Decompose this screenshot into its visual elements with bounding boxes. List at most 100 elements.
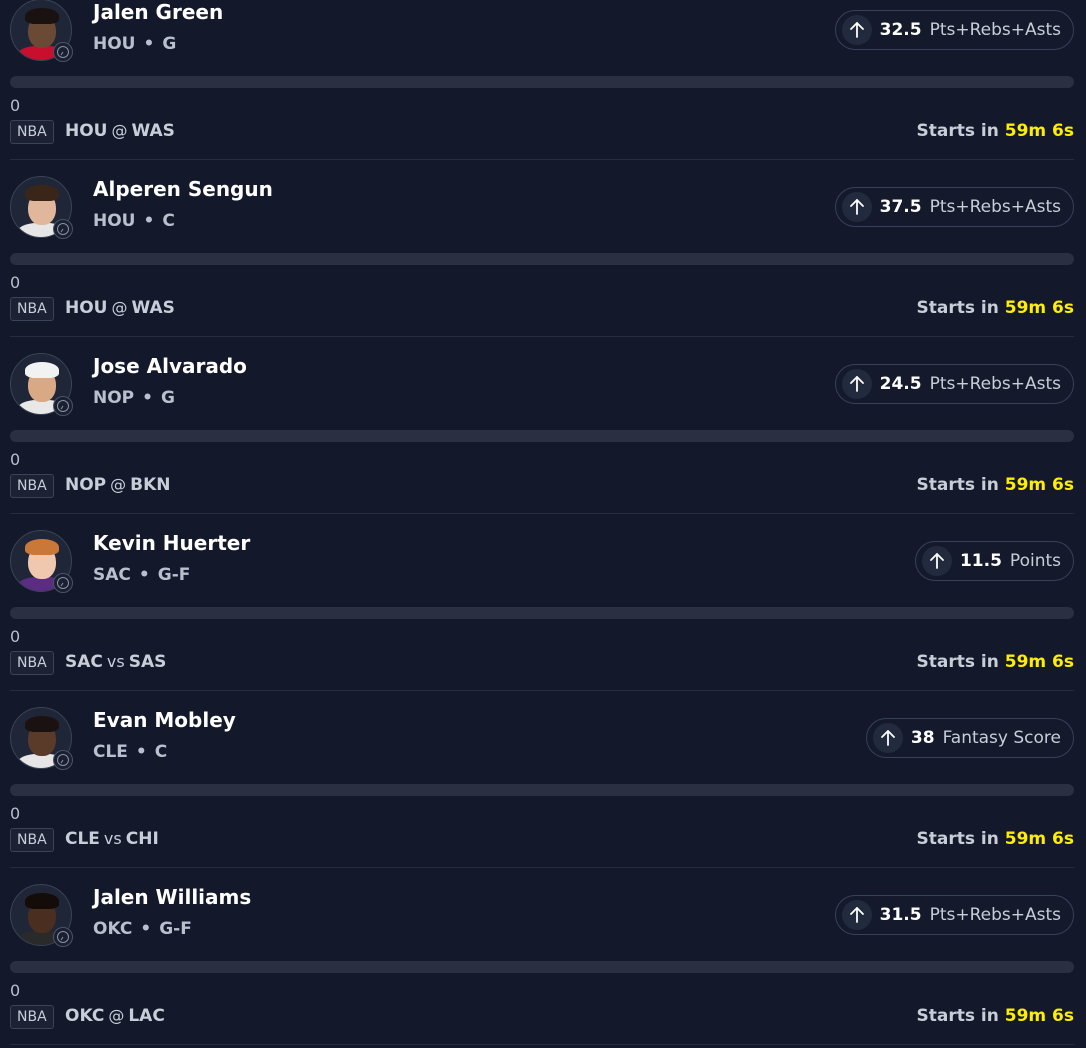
player-team: SAC: [93, 565, 131, 585]
player-team: HOU: [93, 34, 136, 54]
arrow-up-icon[interactable]: [841, 369, 872, 399]
matchup-away: WAS: [131, 121, 175, 141]
card-divider: [10, 867, 1074, 868]
projection-pill[interactable]: 38 Fantasy Score: [865, 718, 1074, 758]
starts-label: Starts in: [916, 121, 999, 141]
player-name[interactable]: Jalen Green: [93, 0, 223, 24]
starts-label: Starts in: [916, 298, 999, 318]
projection-card[interactable]: Jalen Williams OKC • G-F 31.5 Pts+Rebs+Ast…: [0, 884, 1086, 1048]
dot-separator: •: [142, 388, 154, 408]
projection-card[interactable]: Kevin Huerter SAC • G-F 11.5 Points 0 NBA …: [0, 530, 1086, 707]
progress-bar: [10, 253, 1074, 265]
matchup-away: WAS: [131, 298, 175, 318]
projection-line-value: 11.5: [959, 551, 1002, 571]
player-position: G-F: [157, 565, 191, 585]
player-position: G-F: [159, 919, 192, 939]
projection-card[interactable]: Alperen Sengun HOU • C 37.5 Pts+Rebs+Asts …: [0, 176, 1086, 353]
projection-pill[interactable]: 24.5 Pts+Rebs+Asts: [834, 364, 1074, 404]
player-team-position: CLE • C: [93, 742, 167, 762]
avatar-hair: [25, 362, 59, 378]
projection-pill[interactable]: 11.5 Points: [914, 541, 1074, 581]
player-name[interactable]: Evan Mobley: [93, 708, 236, 732]
countdown-timer: 59m 6s: [1004, 1006, 1074, 1026]
game-start-countdown: Starts in 59m 6s: [917, 121, 1075, 141]
player-team-position: OKC • G-F: [93, 919, 192, 939]
player-name[interactable]: Alperen Sengun: [93, 177, 273, 201]
countdown-timer: 59m 6s: [1004, 829, 1074, 849]
clock-icon: [53, 750, 73, 770]
player-name[interactable]: Jalen Williams: [93, 885, 251, 909]
game-start-countdown: Starts in 59m 6s: [917, 298, 1075, 318]
player-team: NOP: [93, 388, 135, 408]
player-name[interactable]: Jose Alvarado: [93, 354, 247, 378]
matchup-home: HOU: [65, 298, 108, 318]
clock-icon: [53, 396, 73, 416]
arrow-up-icon[interactable]: [921, 546, 952, 576]
arrow-up-icon[interactable]: [872, 723, 903, 753]
player-position: G: [161, 388, 175, 408]
player-team-position: HOU • G: [93, 34, 176, 54]
progress-value: 0: [10, 981, 21, 1000]
player-team-position: HOU • C: [93, 211, 175, 231]
game-start-countdown: Starts in 59m 6s: [917, 652, 1075, 672]
player-team: OKC: [93, 919, 133, 939]
player-position: G: [162, 34, 177, 54]
matchup-away: BKN: [130, 475, 171, 495]
arrow-up-icon[interactable]: [841, 900, 872, 930]
clock-icon: [53, 573, 73, 593]
matchup-home: SAC: [65, 652, 103, 672]
matchup-away: LAC: [128, 1006, 165, 1026]
game-start-countdown: Starts in 59m 6s: [917, 475, 1075, 495]
projection-card[interactable]: Jose Alvarado NOP • G 24.5 Pts+Rebs+Asts 0…: [0, 353, 1086, 530]
matchup-home: CLE: [65, 829, 100, 849]
progress-bar: [10, 961, 1074, 973]
projection-line-value: 37.5: [879, 197, 922, 217]
progress-value: 0: [10, 273, 21, 292]
player-team-position: SAC • G-F: [93, 565, 190, 585]
matchup: CLE vs CHI: [65, 829, 159, 849]
matchup-away: CHI: [125, 829, 159, 849]
matchup: OKC @ LAC: [65, 1006, 165, 1026]
matchup: HOU @ WAS: [65, 298, 175, 318]
matchup-home: NOP: [65, 475, 107, 495]
clock-icon: [53, 219, 73, 239]
matchup: NOP @ BKN: [65, 475, 171, 495]
player-team-position: NOP • G: [93, 388, 175, 408]
card-divider: [10, 690, 1074, 691]
clock-icon: [53, 927, 73, 947]
projection-stat-type: Points: [1009, 551, 1061, 571]
dot-separator: •: [143, 211, 155, 231]
progress-value: 0: [10, 804, 21, 823]
avatar-hair: [25, 8, 59, 24]
matchup: SAC vs SAS: [65, 652, 166, 672]
countdown-timer: 59m 6s: [1004, 475, 1074, 495]
matchup-home: HOU: [65, 121, 108, 141]
projection-list: Jalen Green HOU • G 32.5 Pts+Rebs+Asts 0 N…: [0, 0, 1086, 1048]
game-start-countdown: Starts in 59m 6s: [917, 829, 1075, 849]
matchup-separator: vs: [103, 829, 122, 848]
matchup-separator: @: [111, 121, 128, 140]
card-divider: [10, 1044, 1074, 1045]
projection-pill[interactable]: 32.5 Pts+Rebs+Asts: [834, 10, 1074, 50]
player-position: C: [154, 742, 168, 762]
projection-stat-type: Pts+Rebs+Asts: [929, 197, 1061, 217]
projection-pill[interactable]: 37.5 Pts+Rebs+Asts: [834, 187, 1074, 227]
matchup-separator: vs: [106, 652, 125, 671]
arrow-up-icon[interactable]: [841, 15, 872, 45]
avatar-hair: [25, 539, 59, 555]
starts-label: Starts in: [916, 475, 999, 495]
card-divider: [10, 159, 1074, 160]
projection-line-value: 32.5: [879, 20, 922, 40]
arrow-up-icon[interactable]: [841, 192, 872, 222]
avatar-hair: [25, 893, 59, 909]
game-start-countdown: Starts in 59m 6s: [917, 1006, 1075, 1026]
projection-line-value: 38: [910, 728, 935, 748]
league-badge: NBA: [10, 120, 54, 144]
projection-pill[interactable]: 31.5 Pts+Rebs+Asts: [834, 895, 1074, 935]
starts-label: Starts in: [916, 1006, 999, 1026]
league-badge: NBA: [10, 297, 54, 321]
player-name[interactable]: Kevin Huerter: [93, 531, 250, 555]
projection-card[interactable]: Evan Mobley CLE • C 38 Fantasy Score 0 NBA…: [0, 707, 1086, 884]
progress-value: 0: [10, 96, 21, 115]
projection-card[interactable]: Jalen Green HOU • G 32.5 Pts+Rebs+Asts 0 N…: [0, 0, 1086, 176]
